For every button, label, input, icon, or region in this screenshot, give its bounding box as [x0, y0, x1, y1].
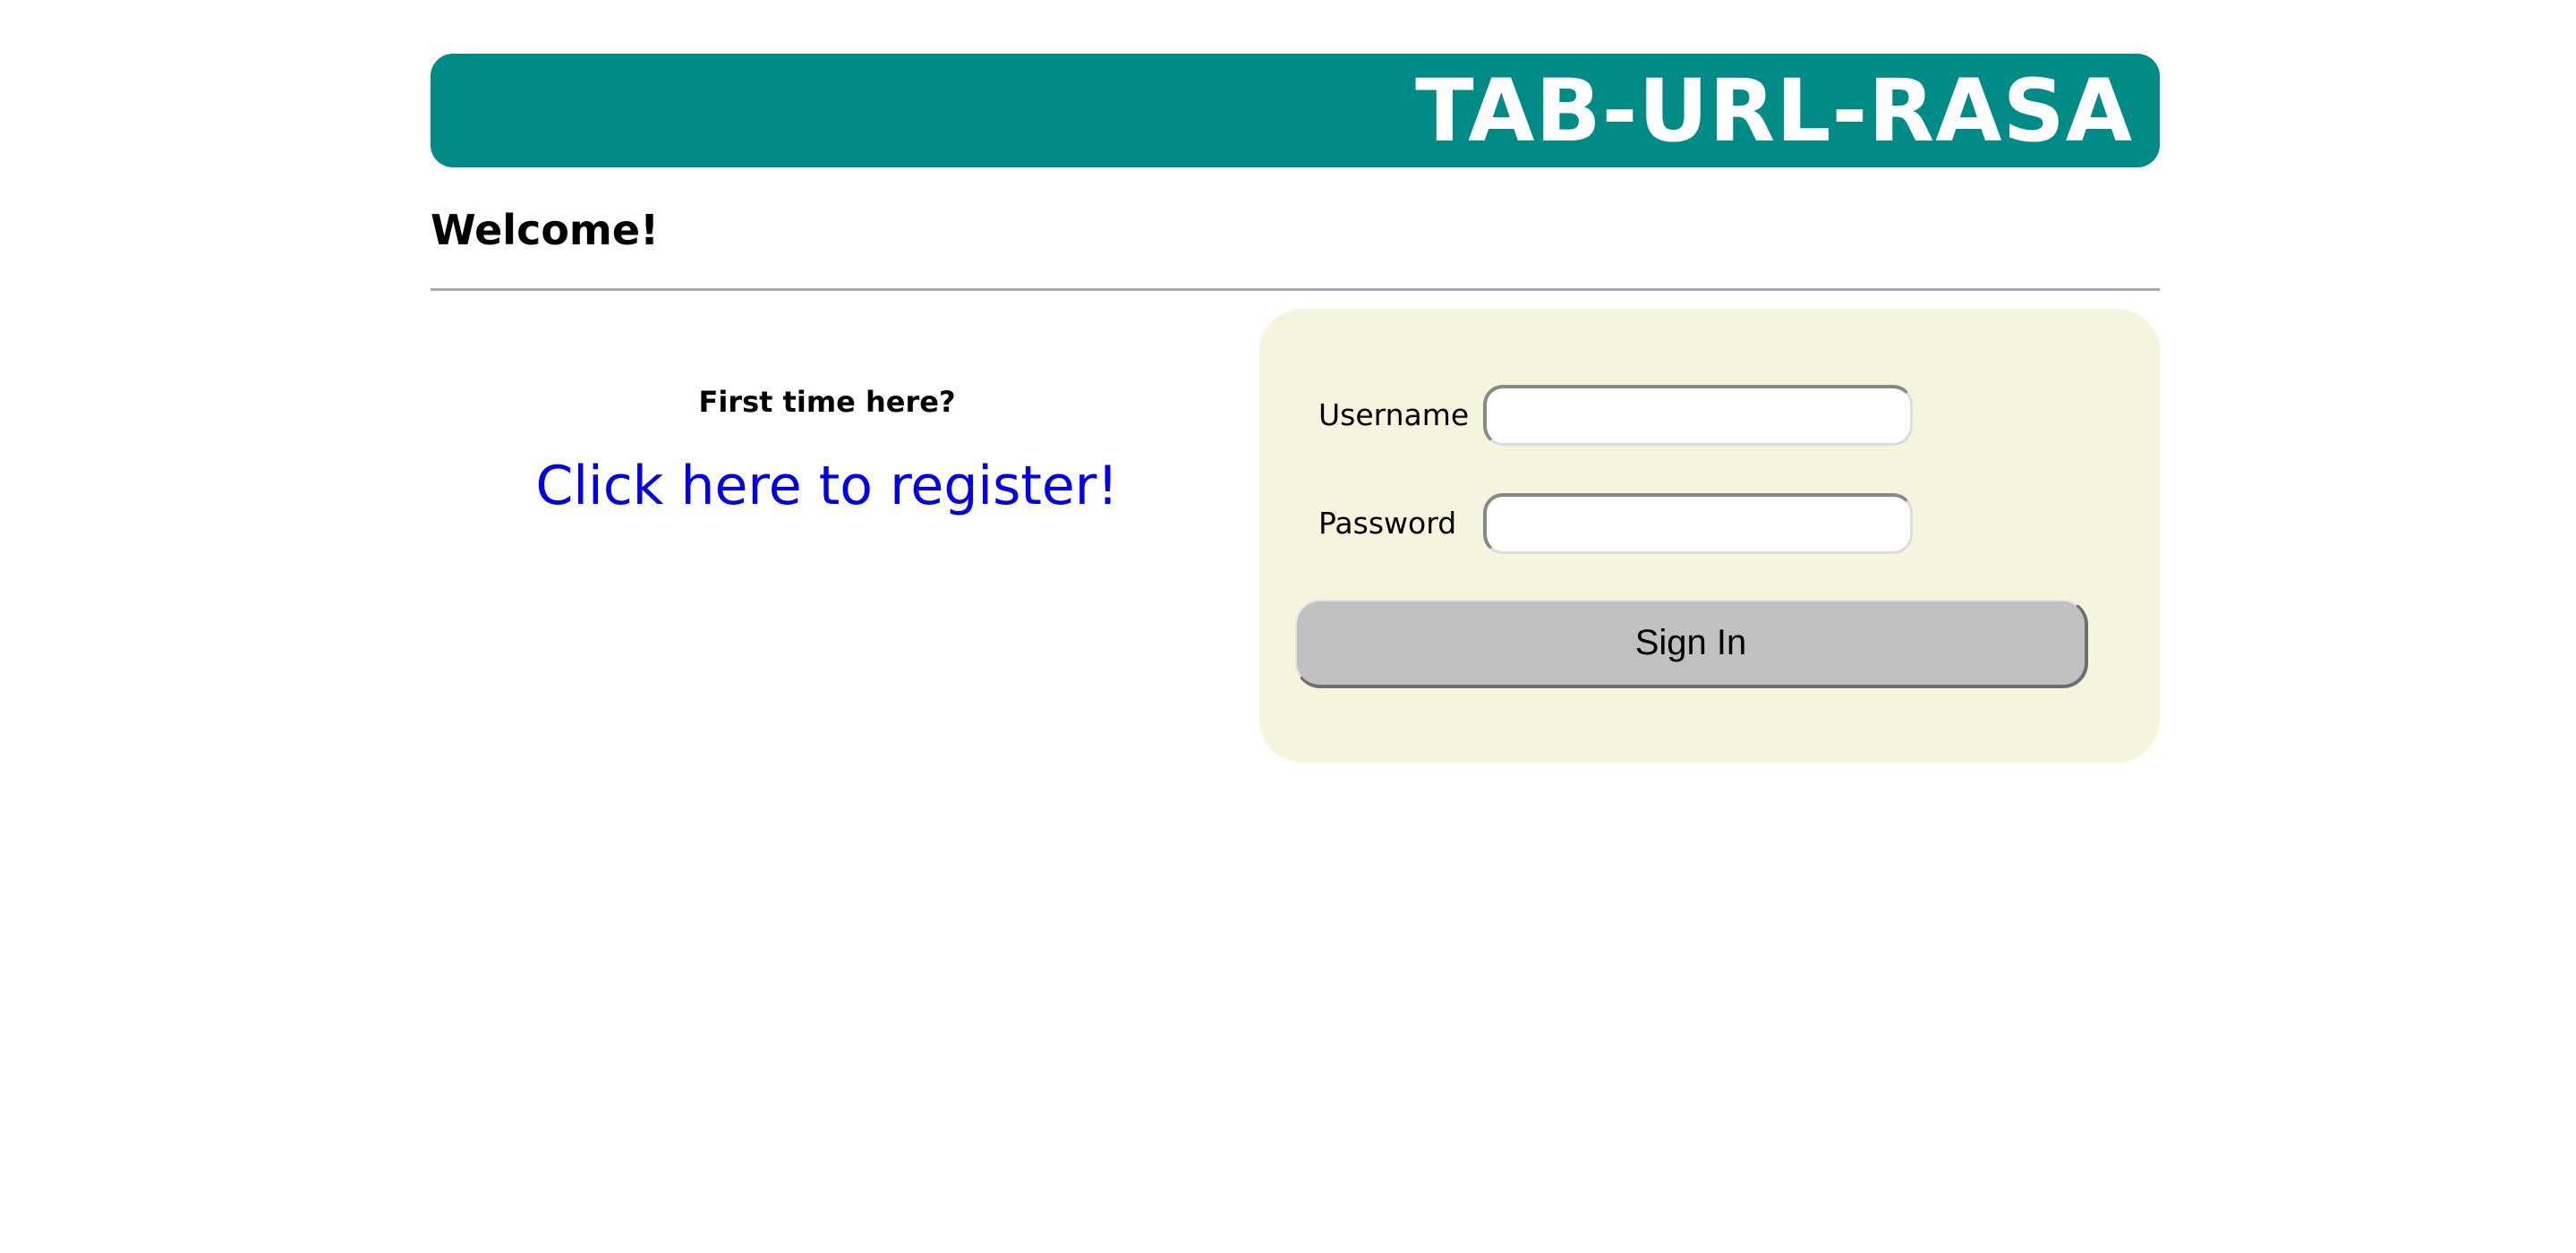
login-page: TAB-URL-RASA Welcome! First time here? C… — [0, 0, 2576, 1253]
password-input[interactable] — [1483, 493, 1913, 554]
register-link[interactable]: Click here to register! — [535, 455, 1118, 517]
app-title: TAB-URL-RASA — [1415, 60, 2133, 161]
header-banner: TAB-URL-RASA — [431, 54, 2160, 167]
username-input[interactable] — [1483, 385, 1913, 446]
login-form-panel: Username Password Sign In — [1259, 309, 2160, 763]
username-label: Username — [1318, 397, 1470, 432]
welcome-heading: Welcome! — [431, 206, 660, 254]
password-label: Password — [1318, 506, 1457, 541]
register-section: First time here? Click here to register! — [431, 385, 1224, 517]
divider — [431, 288, 2160, 291]
sign-in-button[interactable]: Sign In — [1295, 600, 2088, 688]
first-time-prompt: First time here? — [698, 385, 956, 419]
